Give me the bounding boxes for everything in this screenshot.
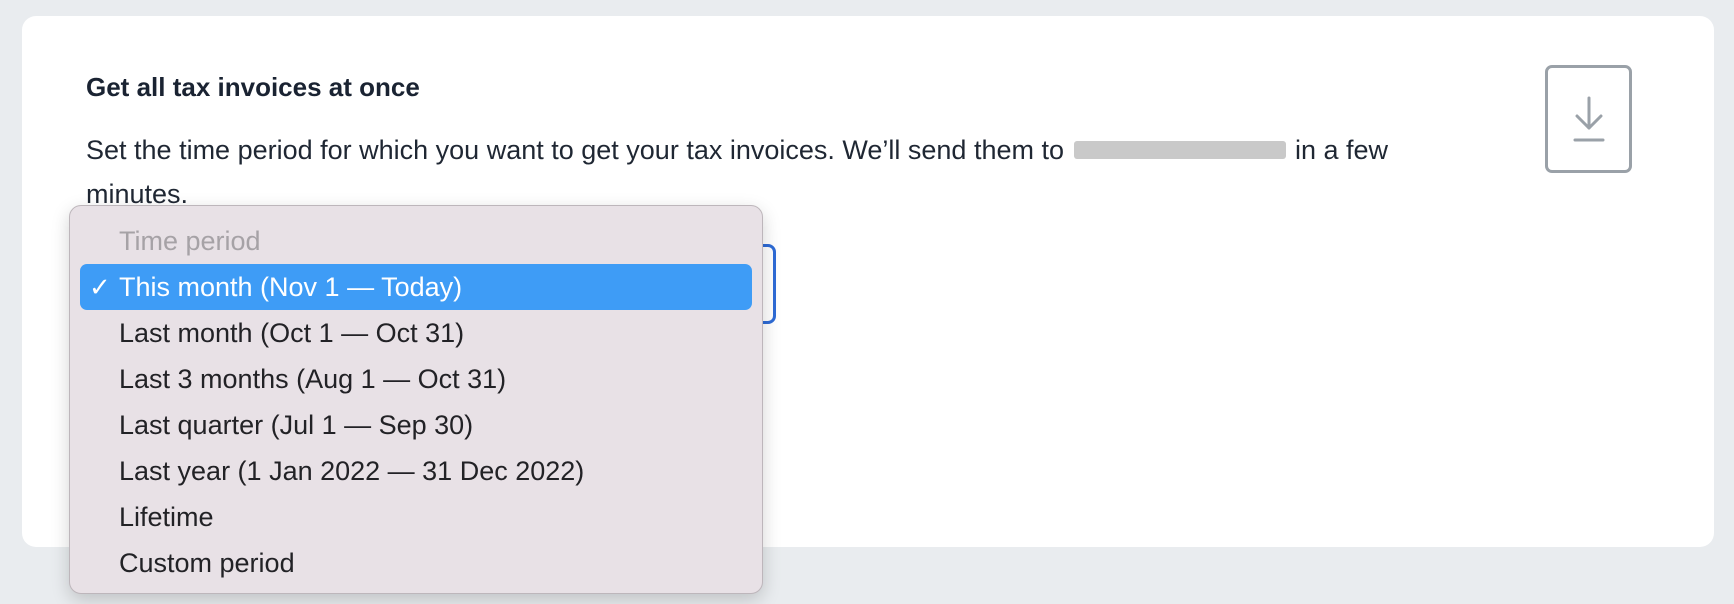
download-button[interactable] <box>1545 65 1632 173</box>
option-last-month[interactable]: Last month (Oct 1 — Oct 31) <box>80 310 752 356</box>
checkmark-icon: ✓ <box>89 272 111 302</box>
description-text-start: Set the time period for which you want t… <box>86 135 1072 165</box>
option-last-year[interactable]: Last year (1 Jan 2022 — 31 Dec 2022) <box>80 448 752 494</box>
option-last-3-months[interactable]: Last 3 months (Aug 1 — Oct 31) <box>80 356 752 402</box>
download-icon <box>1573 96 1604 142</box>
option-label: This month (Nov 1 — Today) <box>119 272 463 302</box>
option-label: Last month (Oct 1 — Oct 31) <box>119 318 465 348</box>
option-last-quarter[interactable]: Last quarter (Jul 1 — Sep 30) <box>80 402 752 448</box>
option-label: Last year (1 Jan 2022 — 31 Dec 2022) <box>119 456 585 486</box>
redacted-email <box>1073 140 1286 159</box>
option-lifetime[interactable]: Lifetime <box>80 494 752 540</box>
option-label: Lifetime <box>119 502 214 532</box>
card-description: Set the time period for which you want t… <box>86 128 1446 216</box>
option-label: Custom period <box>119 548 295 578</box>
option-this-month[interactable]: ✓ This month (Nov 1 — Today) <box>80 264 752 310</box>
option-label: Last 3 months (Aug 1 — Oct 31) <box>119 364 507 394</box>
dropdown-header: Time period <box>119 226 261 256</box>
card-title: Get all tax invoices at once <box>86 72 420 102</box>
option-custom-period[interactable]: Custom period <box>80 540 752 586</box>
option-label: Last quarter (Jul 1 — Sep 30) <box>119 410 474 440</box>
time-period-dropdown: Time period ✓ This month (Nov 1 — Today) … <box>69 205 763 594</box>
